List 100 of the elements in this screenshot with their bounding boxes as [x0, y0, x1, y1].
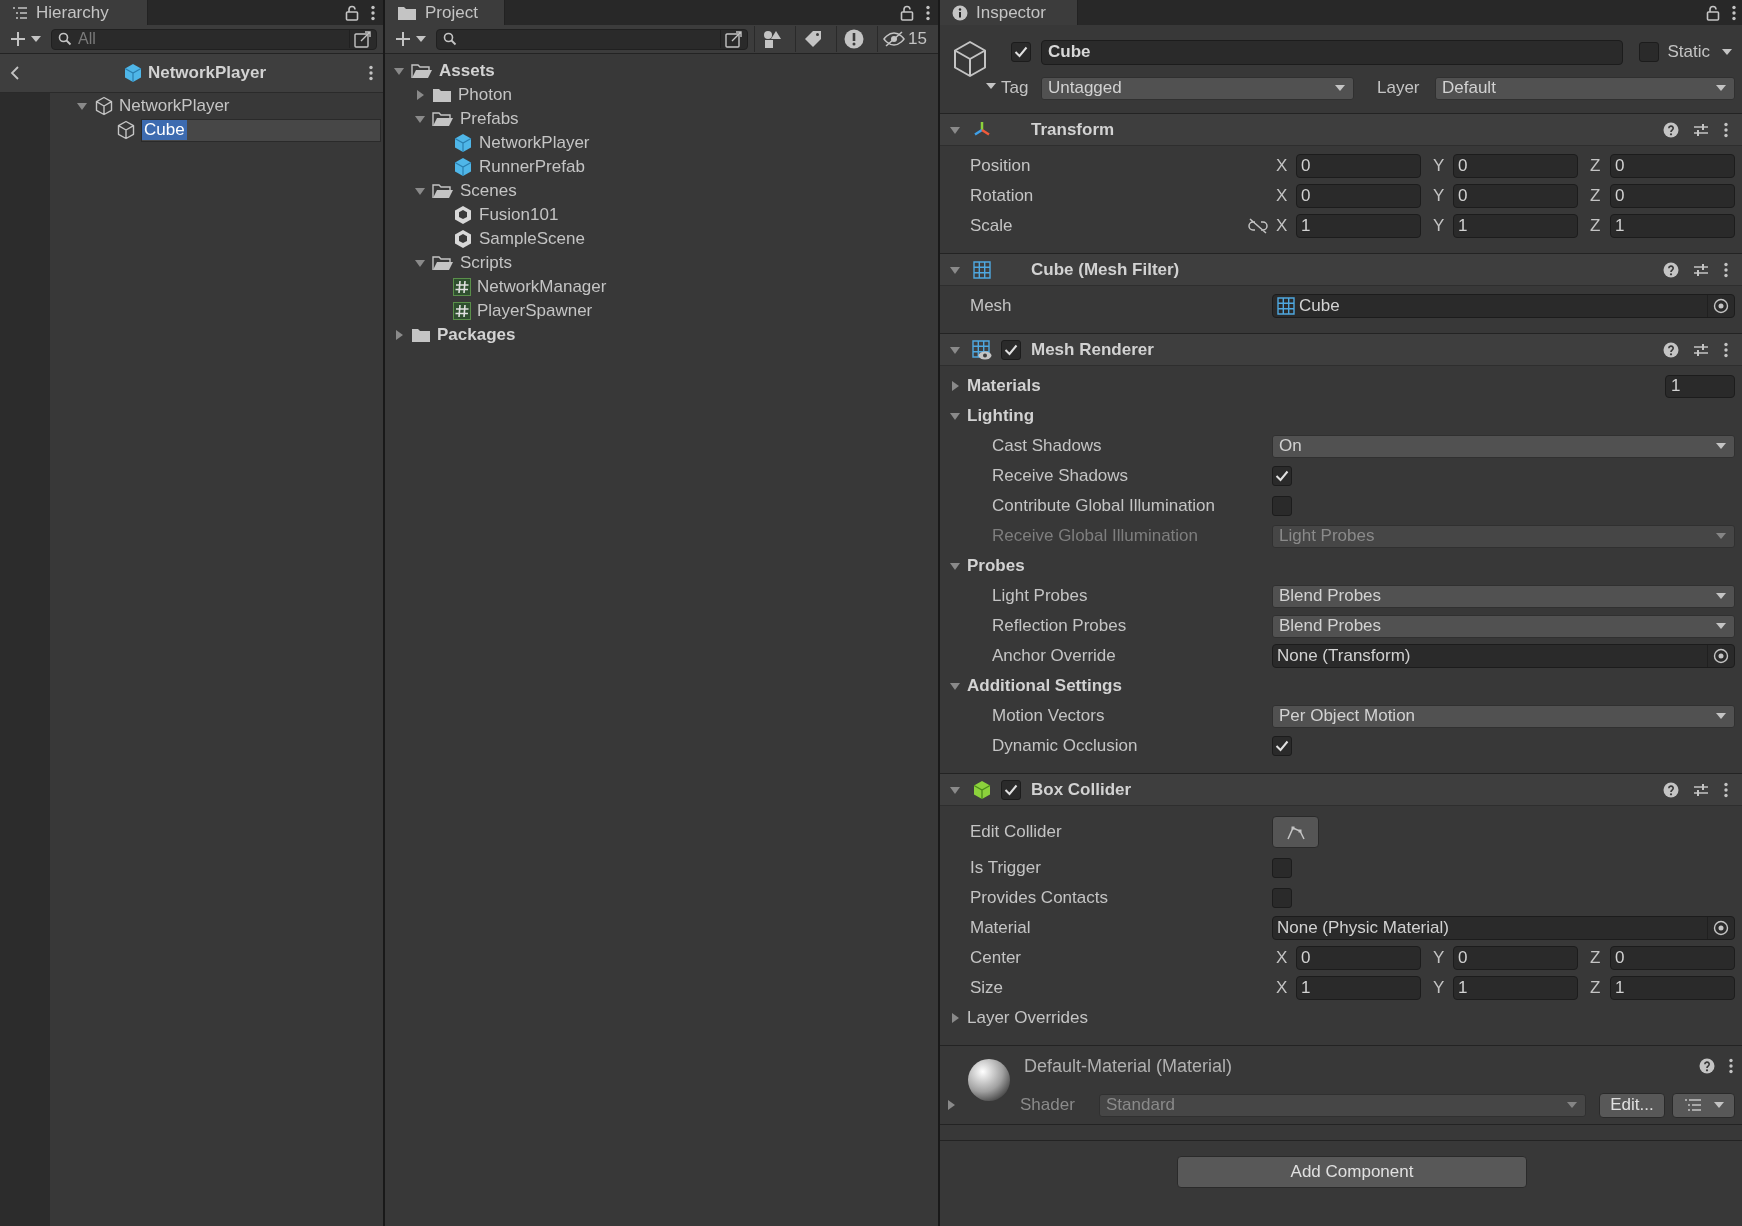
help-icon[interactable]	[1663, 781, 1679, 798]
lock-icon[interactable]	[1706, 4, 1720, 21]
more-options-icon[interactable]	[369, 65, 373, 81]
foldout-arrow-icon[interactable]	[949, 410, 961, 422]
foldout-arrow-icon[interactable]	[414, 89, 426, 101]
more-options-icon[interactable]	[1724, 341, 1728, 358]
number-field[interactable]: 0	[1296, 946, 1421, 970]
more-options-icon[interactable]	[1724, 121, 1728, 138]
section-label[interactable]: Additional Settings	[967, 676, 1122, 696]
checkbox[interactable]	[1011, 42, 1031, 62]
dropdown[interactable]: Blend Probes	[1272, 614, 1735, 638]
number-field[interactable]: 1	[1610, 976, 1735, 1000]
number-field[interactable]: 0	[1610, 184, 1735, 208]
checkbox[interactable]	[1639, 42, 1660, 62]
layer-dropdown[interactable]: Default	[1435, 76, 1735, 100]
dropdown[interactable]: On	[1272, 434, 1735, 458]
sliders-icon[interactable]	[1693, 262, 1709, 277]
more-options-icon[interactable]	[1724, 261, 1728, 278]
panel-tab[interactable]: Inspector	[940, 0, 1078, 25]
count-field[interactable]: 1	[1665, 374, 1735, 398]
name-field[interactable]: Cube	[1041, 39, 1624, 65]
foldout-arrow-icon[interactable]	[414, 185, 426, 197]
object-field[interactable]: None (Transform)	[1272, 644, 1735, 668]
asset-item[interactable]: SampleScene	[385, 227, 938, 251]
static-dropdown-icon[interactable]	[1722, 49, 1732, 55]
section-label[interactable]: Lighting	[967, 406, 1035, 426]
search-field[interactable]	[436, 28, 748, 50]
render-queue-dropdown[interactable]	[1672, 1092, 1735, 1118]
lock-icon[interactable]	[900, 4, 914, 21]
asset-item[interactable]: NetworkPlayer	[385, 131, 938, 155]
help-icon[interactable]	[1663, 121, 1679, 138]
foldout-arrow-icon[interactable]	[949, 1012, 961, 1024]
foldout-arrow-icon[interactable]	[76, 100, 88, 112]
asset-item[interactable]: Photon	[385, 83, 938, 107]
component-header[interactable]: Cube (Mesh Filter)	[940, 254, 1742, 286]
more-options-icon[interactable]	[1732, 4, 1736, 21]
object-picker-icon[interactable]	[1713, 648, 1729, 664]
dropdown[interactable]: Per Object Motion	[1272, 704, 1735, 728]
number-field[interactable]: 1	[1610, 214, 1735, 238]
object-picker-icon[interactable]	[1713, 298, 1729, 314]
foldout-arrow-icon[interactable]	[945, 1099, 957, 1111]
section-label[interactable]: Probes	[967, 556, 1025, 576]
foldout-arrow-icon[interactable]	[414, 257, 426, 269]
section-label[interactable]: Materials	[967, 376, 1041, 396]
panel-tab[interactable]: Hierarchy	[0, 0, 148, 25]
checkbox[interactable]	[1272, 888, 1292, 908]
edit-button[interactable]: Edit...	[1599, 1092, 1665, 1118]
edit-collider-button[interactable]	[1272, 816, 1319, 848]
search-field[interactable]: All	[51, 28, 377, 50]
component-header[interactable]: Box Collider	[940, 774, 1742, 806]
number-field[interactable]: 1	[1453, 214, 1578, 238]
number-field[interactable]: 1	[1453, 976, 1578, 1000]
checkbox[interactable]	[1001, 779, 1021, 800]
foldout-arrow-icon[interactable]	[949, 680, 961, 692]
asset-item[interactable]: Scenes	[385, 179, 938, 203]
object-field[interactable]: Cube	[1272, 294, 1735, 318]
checkbox[interactable]	[1272, 496, 1292, 516]
asset-item[interactable]: PlayerSpawner	[385, 299, 938, 323]
component-header[interactable]: Mesh Renderer	[940, 334, 1742, 366]
number-field[interactable]: 0	[1610, 154, 1735, 178]
asset-item[interactable]: Assets	[385, 59, 938, 83]
number-field[interactable]: 0	[1453, 154, 1578, 178]
component-header[interactable]: Transform	[940, 114, 1742, 146]
sliders-icon[interactable]	[1693, 342, 1709, 357]
section-label[interactable]: Layer Overrides	[967, 1008, 1088, 1028]
asset-item[interactable]: RunnerPrefab	[385, 155, 938, 179]
asset-item[interactable]: Scripts	[385, 251, 938, 275]
more-options-icon[interactable]	[371, 4, 375, 21]
number-field[interactable]: 0	[1296, 154, 1421, 178]
more-options-icon[interactable]	[1729, 1058, 1733, 1074]
number-field[interactable]: 1	[1296, 214, 1421, 238]
help-icon[interactable]	[1663, 261, 1679, 278]
number-field[interactable]: 0	[1296, 184, 1421, 208]
foldout-arrow-icon[interactable]	[949, 560, 961, 572]
foldout-arrow-icon[interactable]	[393, 329, 405, 341]
scene-filter-icon[interactable]	[349, 30, 372, 48]
checkbox[interactable]	[1001, 339, 1021, 360]
dropdown[interactable]: Blend Probes	[1272, 584, 1735, 608]
checkbox[interactable]	[1272, 466, 1292, 486]
asset-item[interactable]: Prefabs	[385, 107, 938, 131]
sliders-icon[interactable]	[1693, 122, 1709, 137]
checkbox[interactable]	[1272, 858, 1292, 878]
hierarchy-item[interactable]: NetworkPlayer	[50, 94, 383, 118]
help-icon[interactable]	[1663, 341, 1679, 358]
foldout-arrow-icon[interactable]	[393, 65, 405, 77]
broken-link-icon[interactable]	[1248, 218, 1268, 234]
more-options-icon[interactable]	[1724, 781, 1728, 798]
panel-tab[interactable]: Project	[385, 0, 505, 25]
foldout-arrow-icon[interactable]	[414, 113, 426, 125]
object-picker-icon[interactable]	[1713, 920, 1729, 936]
number-field[interactable]: 0	[1610, 946, 1735, 970]
help-icon[interactable]	[1699, 1058, 1715, 1074]
scene-filter-icon[interactable]	[720, 30, 743, 48]
back-icon[interactable]	[10, 65, 20, 81]
asset-item[interactable]: NetworkManager	[385, 275, 938, 299]
asset-item[interactable]: Packages	[385, 323, 938, 347]
asset-item[interactable]: Fusion101	[385, 203, 938, 227]
add-component-button[interactable]: Add Component	[1177, 1156, 1527, 1188]
tag-dropdown[interactable]: Untagged	[1041, 76, 1354, 100]
object-field[interactable]: None (Physic Material)	[1272, 916, 1735, 940]
